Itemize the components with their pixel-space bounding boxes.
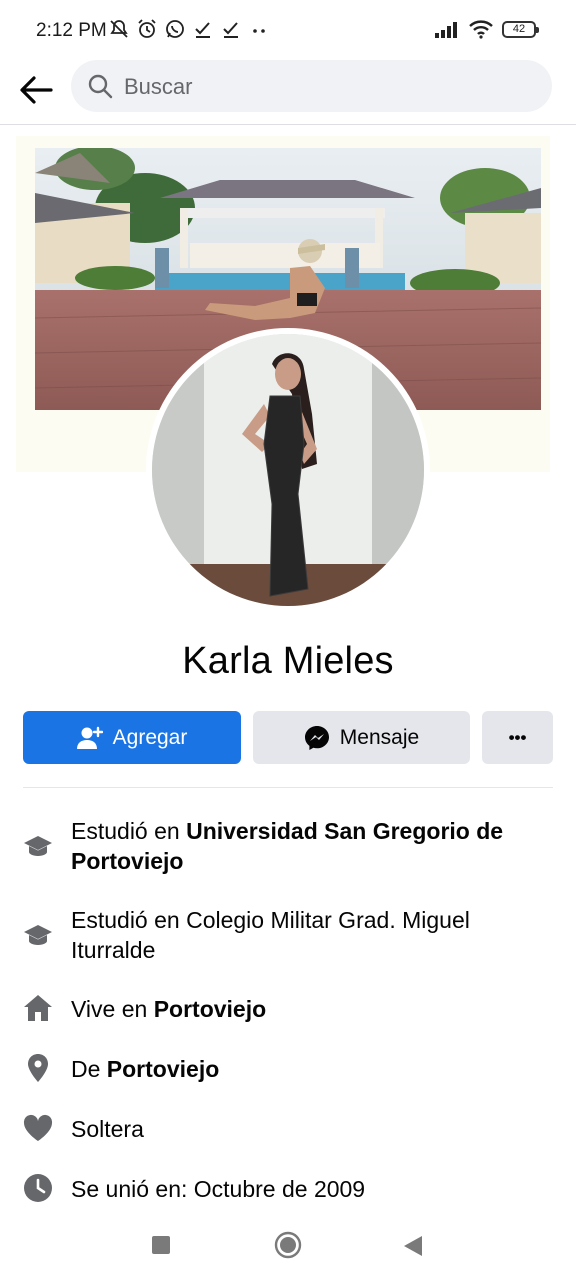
heart-icon: [22, 1112, 54, 1144]
system-nav-bar: [0, 1212, 576, 1280]
wifi-icon: [469, 20, 493, 39]
home-button[interactable]: [274, 1231, 302, 1264]
graduation-cap-icon: [22, 919, 54, 951]
alarm-icon: [138, 19, 156, 38]
arrow-left-icon: [20, 76, 53, 104]
intro-text: Estudió en Universidad San Gregorio de P…: [71, 818, 504, 874]
intro-text: De Portoviejo: [71, 1056, 220, 1082]
profile-name: Karla Mieles: [182, 640, 394, 682]
check-icon: [223, 22, 238, 38]
battery-icon: 42: [502, 20, 539, 38]
location-pin-icon: [22, 1052, 54, 1084]
triangle-back-icon: [404, 1236, 422, 1256]
profile-picture[interactable]: [152, 334, 424, 606]
intro-text: Se unió en: Octubre de 2009: [71, 1176, 366, 1202]
message-button[interactable]: Mensaje: [253, 711, 470, 764]
more-dots-icon: [253, 29, 265, 33]
status-bar: 2:12 PM 42: [0, 0, 576, 60]
square-icon: [152, 1236, 170, 1254]
more-options-button[interactable]: •••: [482, 711, 553, 764]
messenger-icon: [304, 725, 329, 750]
whatsapp-icon: [166, 20, 184, 38]
search-input[interactable]: Buscar: [71, 60, 552, 112]
add-person-icon: [76, 726, 103, 749]
graduation-cap-icon: [22, 830, 54, 862]
intro-text: Soltera: [71, 1116, 144, 1142]
signal-icon: [435, 22, 457, 38]
search-icon: [88, 74, 113, 99]
add-friend-label: Agregar: [112, 725, 188, 749]
search-header: Buscar: [0, 60, 576, 125]
circle-icon: [274, 1231, 302, 1259]
clock-icon: [22, 1172, 54, 1204]
profile-picture-image: [152, 334, 424, 606]
mute-icon: [110, 20, 128, 38]
notification-icons: [108, 18, 270, 40]
check-icon: [195, 22, 210, 38]
search-placeholder: Buscar: [124, 74, 193, 99]
home-icon: [22, 992, 54, 1024]
message-label: Mensaje: [339, 725, 420, 749]
intro-text: Estudió en Colegio Militar Grad. Miguel …: [71, 907, 470, 963]
back-nav-button[interactable]: [403, 1235, 423, 1262]
system-status-icons: 42: [434, 19, 539, 39]
intro-text: Vive en Portoviejo: [71, 996, 267, 1022]
more-dots-icon: •••: [508, 727, 527, 747]
back-button[interactable]: [16, 70, 56, 110]
add-friend-button[interactable]: Agregar: [23, 711, 241, 764]
recents-button[interactable]: [152, 1236, 170, 1259]
status-time: 2:12 PM: [36, 20, 107, 41]
divider: [23, 787, 553, 788]
